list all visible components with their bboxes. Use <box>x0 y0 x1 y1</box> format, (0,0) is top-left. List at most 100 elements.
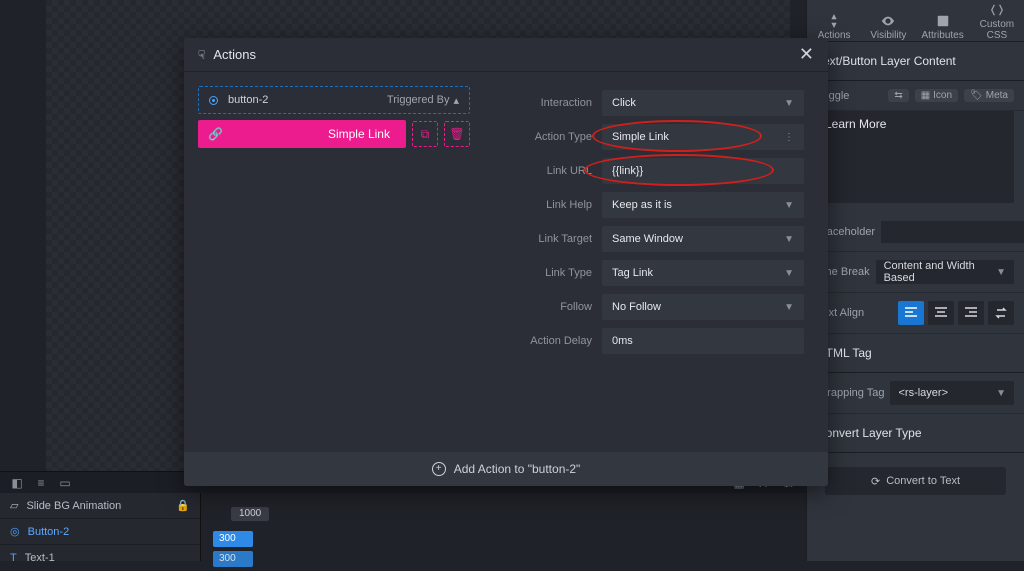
add-action-label: Add Action to "button-2" <box>454 462 581 476</box>
align-swap-button[interactable] <box>988 301 1014 325</box>
timeline[interactable]: EDITOR ✕ 1000 300 300 <box>200 493 806 561</box>
align-right-button[interactable] <box>958 301 984 325</box>
triggered-by-label: Triggered By <box>387 94 450 106</box>
line-break-value: Content and Width Based <box>884 260 997 284</box>
layer-slide-bg[interactable]: ▱ Slide BG Animation 🔒 <box>0 493 200 519</box>
chevron-down-icon: ▼ <box>996 388 1006 399</box>
text-icon: T <box>10 552 17 564</box>
right-panel: Actions Visibility Attributes Custom CSS… <box>806 0 1024 561</box>
list-icon[interactable]: ≡ <box>34 476 48 490</box>
swap-icon-pill[interactable]: ⇆ <box>888 89 908 102</box>
layers-icon[interactable]: ◧ <box>10 476 24 490</box>
link-type-select[interactable]: Tag Link ▼ <box>602 260 804 286</box>
chevron-down-icon: ▼ <box>784 268 794 279</box>
follow-select[interactable]: No Follow ▼ <box>602 294 804 320</box>
link-icon: 🔗 <box>208 127 223 141</box>
film-icon: ▱ <box>10 499 18 512</box>
placeholder-input[interactable] <box>881 221 1024 243</box>
layer-text-1[interactable]: T Text-1 <box>0 545 200 571</box>
align-left-button[interactable] <box>898 301 924 325</box>
timeline-bar-button2[interactable]: 300 <box>213 531 253 547</box>
action-type-value: Simple Link <box>612 131 669 143</box>
chevron-up-icon: ▴ <box>453 94 459 107</box>
section-layer-content: Text/Button Layer Content <box>807 42 1024 81</box>
chevron-down-icon: ▼ <box>784 234 794 245</box>
layer-label: Text-1 <box>25 552 55 564</box>
meta-pill[interactable]: 🏷Meta <box>964 89 1014 102</box>
interaction-select[interactable]: Click ▼ <box>602 90 804 116</box>
placeholder-row: Placeholder <box>807 213 1024 252</box>
action-type-label: Action Type <box>484 131 602 143</box>
layer-content-text[interactable]: Learn More <box>817 111 1014 203</box>
text-align-row: Text Align <box>807 293 1024 334</box>
action-delay-input[interactable] <box>602 328 804 354</box>
more-icon: ⋮ <box>784 132 794 143</box>
action-item-label: Simple Link <box>328 127 390 141</box>
pointer-icon: ☟ <box>198 48 205 62</box>
toggle-row: Toggle ⇆ ▦Icon 🏷Meta <box>807 81 1024 111</box>
target-icon: ◎ <box>10 525 20 538</box>
line-break-row: Line Break Content and Width Based ▼ <box>807 252 1024 293</box>
add-action-button[interactable]: + Add Action to "button-2" <box>184 452 828 486</box>
convert-label: Convert to Text <box>886 475 960 487</box>
layer-button-2[interactable]: ◎ Button-2 <box>0 519 200 545</box>
link-target-select[interactable]: Same Window ▼ <box>602 226 804 252</box>
chevron-down-icon: ▼ <box>784 200 794 211</box>
layer-label: Slide BG Animation <box>26 500 121 512</box>
tab-label: Visibility <box>870 30 906 41</box>
icon-pill[interactable]: ▦Icon <box>915 89 958 102</box>
interaction-value: Click <box>612 97 636 109</box>
tab-attributes[interactable]: Attributes <box>916 14 970 41</box>
align-center-button[interactable] <box>928 301 954 325</box>
link-url-field[interactable] <box>612 165 794 177</box>
modal-left: button-2 Triggered By ▴ 🔗 Simple Link ⧉ … <box>184 72 484 452</box>
chevron-down-icon: ▼ <box>784 98 794 109</box>
action-delay-field[interactable] <box>612 335 794 347</box>
modal-title: Actions <box>213 47 256 62</box>
trigger-row[interactable]: button-2 Triggered By ▴ <box>198 86 470 114</box>
radio-icon <box>209 96 218 105</box>
section-convert: Convert Layer Type <box>807 414 1024 453</box>
lock-icon[interactable]: 🔒 <box>176 499 190 512</box>
link-url-input[interactable] <box>602 158 804 184</box>
close-icon[interactable]: ✕ <box>799 44 814 65</box>
tab-actions[interactable]: Actions <box>807 14 861 41</box>
delete-action-button[interactable]: 🗑 <box>444 121 470 147</box>
action-delay-label: Action Delay <box>484 335 602 347</box>
duplicate-action-button[interactable]: ⧉ <box>412 121 438 147</box>
interaction-label: Interaction <box>484 97 602 109</box>
layer-label: Button-2 <box>28 526 70 538</box>
link-help-label: Link Help <box>484 199 602 211</box>
folder-icon[interactable]: ▭ <box>58 476 72 490</box>
wrapping-tag-row: Wrapping Tag <rs-layer> ▼ <box>807 373 1024 414</box>
tab-custom-css[interactable]: Custom CSS <box>970 3 1024 41</box>
action-type-select[interactable]: Simple Link ⋮ <box>602 124 804 150</box>
link-target-label: Link Target <box>484 233 602 245</box>
link-help-value: Keep as it is <box>612 199 672 211</box>
chevron-down-icon: ▼ <box>996 267 1006 278</box>
refresh-icon: ⟳ <box>871 475 880 488</box>
timeline-bar-text1[interactable]: 300 <box>213 551 253 567</box>
wrapping-tag-value: <rs-layer> <box>898 387 948 399</box>
follow-label: Follow <box>484 301 602 313</box>
follow-value: No Follow <box>612 301 661 313</box>
layers-panel: ▱ Slide BG Animation 🔒 ◎ Button-2 T Text… <box>0 493 200 561</box>
link-url-label: Link URL <box>484 165 602 177</box>
timeline-tick: 1000 <box>231 507 269 521</box>
modal-right: Interaction Click ▼ Action Type Simple L… <box>484 72 828 452</box>
right-panel-tabs: Actions Visibility Attributes Custom CSS <box>807 0 1024 42</box>
line-break-select[interactable]: Content and Width Based ▼ <box>876 260 1014 284</box>
actions-modal: ☟ Actions ✕ button-2 Triggered By ▴ 🔗 Si… <box>184 38 828 486</box>
action-item-simple-link[interactable]: 🔗 Simple Link <box>198 120 406 148</box>
chevron-down-icon: ▼ <box>784 302 794 313</box>
tab-label: Custom CSS <box>980 19 1014 41</box>
link-type-value: Tag Link <box>612 267 653 279</box>
link-help-select[interactable]: Keep as it is ▼ <box>602 192 804 218</box>
tab-visibility[interactable]: Visibility <box>861 14 915 41</box>
section-html-tag: HTML Tag <box>807 334 1024 373</box>
wrapping-tag-select[interactable]: <rs-layer> ▼ <box>890 381 1014 405</box>
modal-header: ☟ Actions ✕ <box>184 38 828 72</box>
link-type-label: Link Type <box>484 267 602 279</box>
tab-label: Attributes <box>922 30 964 41</box>
convert-to-text-button[interactable]: ⟳ Convert to Text <box>825 467 1006 495</box>
